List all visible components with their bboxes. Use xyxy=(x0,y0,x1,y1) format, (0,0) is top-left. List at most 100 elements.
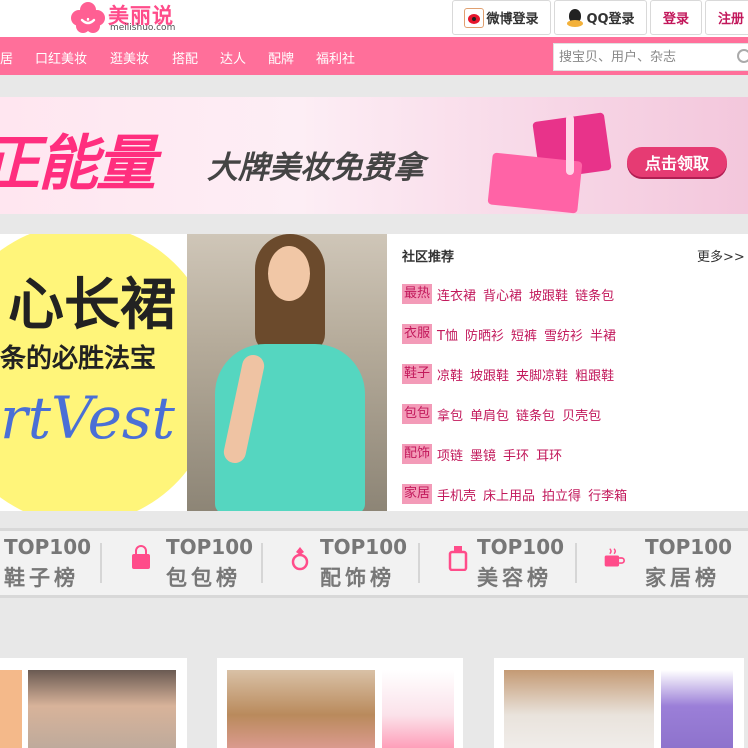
nav-item-brands[interactable]: 配牌 xyxy=(268,48,294,67)
community-link[interactable]: 拿包 xyxy=(437,405,463,424)
community-row: 鞋子 凉鞋 坡跟鞋 夹脚凉鞋 粗跟鞋 xyxy=(402,364,616,384)
top100-home[interactable]: TOP100 家居榜 xyxy=(645,535,745,593)
cup-icon xyxy=(604,548,625,567)
divider xyxy=(575,543,577,583)
nav-item-beauty[interactable]: 逛美妆 xyxy=(110,48,149,67)
product-image[interactable] xyxy=(28,670,176,748)
community-link[interactable]: 链条包 xyxy=(516,405,555,424)
nav-item-welfare[interactable]: 福利社 xyxy=(316,48,355,67)
community-more-link[interactable]: 更多>> xyxy=(697,246,745,265)
top100-shoes[interactable]: TOP100 鞋子榜 xyxy=(4,535,94,593)
flower-logo-icon xyxy=(71,2,105,33)
community-link[interactable]: 手机壳 xyxy=(437,485,476,504)
top100-name: 家居榜 xyxy=(645,566,720,590)
promo-banner[interactable]: 正能量 大牌美妆免费拿 点击领取 xyxy=(0,97,748,214)
divider xyxy=(418,543,420,583)
hero-title: 心长裙 xyxy=(8,273,176,338)
community-link[interactable]: 背心裙 xyxy=(483,285,522,304)
community-link[interactable]: 短裤 xyxy=(511,325,537,344)
community-tag[interactable]: 最热 xyxy=(402,284,433,304)
community-link[interactable]: 坡跟鞋 xyxy=(470,365,509,384)
nav-item-experts[interactable]: 达人 xyxy=(220,48,246,67)
weibo-login-label: 微博登录 xyxy=(486,12,539,27)
divider xyxy=(100,543,102,583)
gift-ribbon-icon xyxy=(566,115,574,175)
hero-slide[interactable]: 心长裙 条的必胜法宝 rtVest xyxy=(0,234,387,511)
qq-icon xyxy=(566,8,584,28)
community-title: 社区推荐 xyxy=(402,250,455,265)
site-logo[interactable]: 美丽说 meilishuo.com xyxy=(70,1,190,35)
community-tag[interactable]: 包包 xyxy=(402,404,433,424)
top100-label: TOP100 xyxy=(320,535,408,559)
weibo-login-button[interactable]: 微博登录 xyxy=(452,0,551,35)
community-link[interactable]: 贝壳包 xyxy=(562,405,601,424)
top100-beauty[interactable]: TOP100 美容榜 xyxy=(477,535,567,593)
banner-subline: 大牌美妆免费拿 xyxy=(207,150,424,186)
community-link[interactable]: 床上用品 xyxy=(483,485,535,504)
community-tag[interactable]: 鞋子 xyxy=(402,364,433,384)
community-link[interactable]: 链条包 xyxy=(575,285,614,304)
hero-subtitle: 条的必胜法宝 xyxy=(0,344,157,374)
community-link[interactable]: 夹脚凉鞋 xyxy=(516,365,568,384)
bag-icon xyxy=(132,545,150,569)
nav-item-lipstick[interactable]: 口红美妆 xyxy=(35,48,87,67)
community-link[interactable]: 项链 xyxy=(437,445,463,464)
product-image[interactable] xyxy=(382,670,454,748)
product-image[interactable] xyxy=(504,670,654,748)
register-button[interactable]: 注册 xyxy=(705,0,748,35)
top100-strip: TOP100 鞋子榜 TOP100 包包榜 TOP100 配饰榜 TOP100 xyxy=(0,528,748,598)
banner-headline: 正能量 xyxy=(0,129,156,199)
login-button[interactable]: 登录 xyxy=(650,0,702,35)
product-image[interactable] xyxy=(661,670,733,748)
product-image[interactable] xyxy=(227,670,375,748)
top100-label: TOP100 xyxy=(477,535,565,559)
hero-script-text: rtVest xyxy=(0,384,175,452)
top100-name: 美容榜 xyxy=(477,566,552,590)
community-link[interactable]: 单肩包 xyxy=(470,405,509,424)
community-link[interactable]: 雪纺衫 xyxy=(544,325,583,344)
top-header: 美丽说 meilishuo.com 微博登录 QQ登录 登录 注册 xyxy=(0,0,748,37)
community-row: 家居 手机壳 床上用品 拍立得 行李箱 xyxy=(402,484,629,504)
top100-label: TOP100 xyxy=(166,535,254,559)
community-link[interactable]: 手环 xyxy=(503,445,529,464)
search-input[interactable] xyxy=(554,44,734,70)
top100-name: 包包榜 xyxy=(166,566,241,590)
search-box xyxy=(553,43,748,71)
community-tag[interactable]: 衣服 xyxy=(402,324,433,344)
community-row: 配饰 项链 墨镜 手环 耳环 xyxy=(402,444,564,464)
community-link[interactable]: 凉鞋 xyxy=(437,365,463,384)
top100-name: 配饰榜 xyxy=(320,566,395,590)
top100-label: TOP100 xyxy=(4,535,92,559)
community-link[interactable]: 拍立得 xyxy=(542,485,581,504)
community-link[interactable]: 粗跟鞋 xyxy=(575,365,614,384)
page: 美丽说 meilishuo.com 微博登录 QQ登录 登录 注册 居 口红美妆… xyxy=(0,0,748,748)
community-link[interactable]: 半裙 xyxy=(590,325,616,344)
community-row: 包包 拿包 单肩包 链条包 贝壳包 xyxy=(402,404,603,424)
bottle-icon xyxy=(448,546,468,571)
ring-icon xyxy=(291,547,309,571)
community-row: 最热 连衣裙 背心裙 坡跟鞋 链条包 xyxy=(402,284,616,304)
nav-item-match[interactable]: 搭配 xyxy=(172,48,198,67)
top100-accessories[interactable]: TOP100 配饰榜 xyxy=(320,535,410,593)
community-link[interactable]: 耳环 xyxy=(536,445,562,464)
product-image[interactable] xyxy=(0,670,22,748)
community-link[interactable]: 行李箱 xyxy=(588,485,627,504)
community-link[interactable]: 坡跟鞋 xyxy=(529,285,568,304)
top100-bags[interactable]: TOP100 包包榜 xyxy=(166,535,256,593)
hero-model-face xyxy=(268,246,310,301)
community-row: 衣服 T恤 防晒衫 短裤 雪纺衫 半裙 xyxy=(402,324,618,344)
community-link[interactable]: 防晒衫 xyxy=(465,325,504,344)
community-link[interactable]: 墨镜 xyxy=(470,445,496,464)
community-tag[interactable]: 配饰 xyxy=(402,444,433,464)
community-tag[interactable]: 家居 xyxy=(402,484,433,504)
top100-name: 鞋子榜 xyxy=(4,566,79,590)
logo-domain: meilishuo.com xyxy=(110,23,176,33)
top100-label: TOP100 xyxy=(645,535,733,559)
community-link[interactable]: 连衣裙 xyxy=(437,285,476,304)
qq-login-label: QQ登录 xyxy=(586,12,635,27)
community-link[interactable]: T恤 xyxy=(437,325,458,344)
nav-item-home[interactable]: 居 xyxy=(0,48,13,67)
qq-login-button[interactable]: QQ登录 xyxy=(554,0,647,35)
search-icon[interactable] xyxy=(737,49,748,63)
claim-button[interactable]: 点击领取 xyxy=(627,147,727,177)
